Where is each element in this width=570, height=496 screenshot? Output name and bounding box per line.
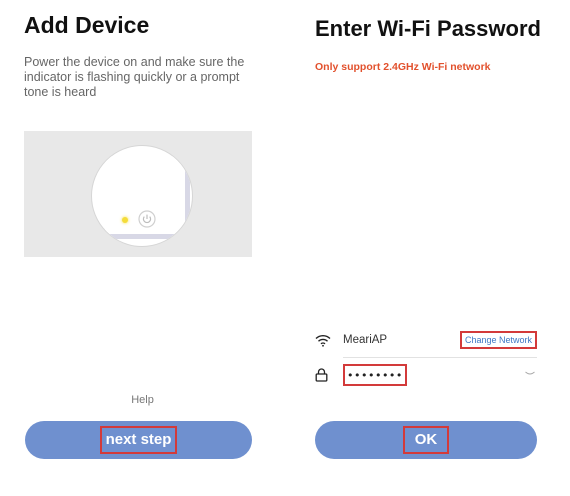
instruction-text: Power the device on and make sure the in…	[24, 55, 245, 99]
lock-icon	[315, 368, 331, 382]
network-notice: Only support 2.4GHz Wi-Fi network	[315, 61, 491, 73]
page-title: Enter Wi-Fi Password	[315, 16, 541, 41]
add-device-screen: Add Device Power the device on and make …	[0, 0, 285, 496]
change-network-link[interactable]: Change Network	[459, 331, 537, 349]
ok-button[interactable]: OK	[315, 421, 537, 459]
next-step-label: next step	[99, 426, 178, 454]
power-icon	[138, 210, 156, 228]
divider	[343, 357, 537, 358]
network-row: MeariAP Change Network	[315, 328, 537, 352]
help-link[interactable]: Help	[0, 394, 285, 406]
page-title: Add Device	[24, 12, 150, 38]
network-name: MeariAP	[343, 334, 388, 346]
password-input[interactable]: ••••••••	[343, 364, 407, 386]
indicator-light	[122, 217, 128, 223]
ok-label: OK	[402, 426, 450, 454]
password-row: ••••••••	[315, 363, 537, 387]
eye-closed-icon[interactable]	[525, 371, 535, 377]
device-zoom-circle	[91, 145, 193, 247]
wifi-password-screen: Enter Wi-Fi Password Only support 2.4GHz…	[285, 0, 570, 496]
next-step-button[interactable]: next step	[25, 421, 252, 459]
wifi-icon	[315, 333, 331, 347]
device-illustration	[24, 131, 252, 257]
